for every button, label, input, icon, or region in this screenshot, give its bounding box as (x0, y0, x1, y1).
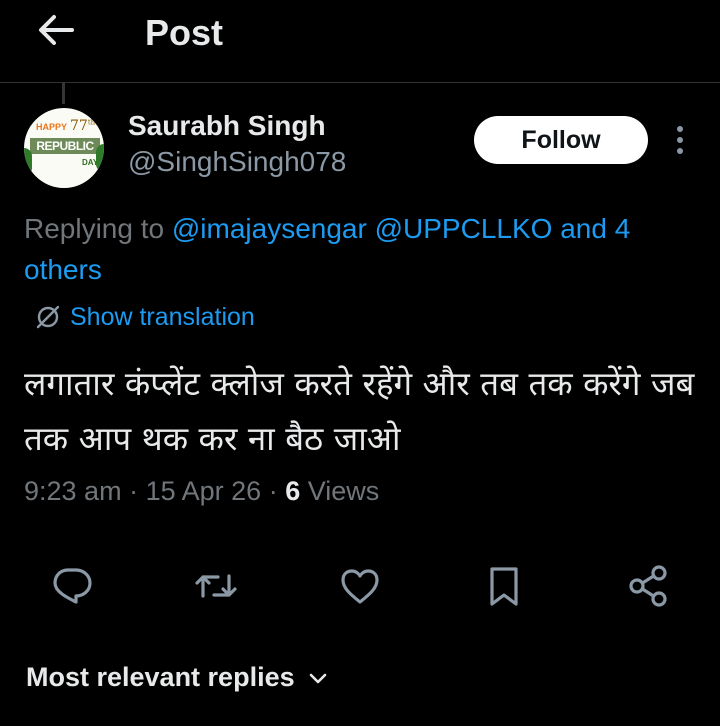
chevron-down-icon (309, 673, 326, 683)
views-count[interactable]: 6 (285, 476, 300, 506)
tweet-time[interactable]: 9:23 am (24, 476, 122, 506)
retweet-icon (195, 574, 237, 598)
more-options-button[interactable] (670, 124, 690, 158)
arrow-left-icon (39, 15, 74, 45)
share-icon (629, 565, 667, 607)
mention-link[interactable]: @imajaysengar (172, 213, 367, 244)
page-title: Post (145, 12, 224, 53)
thread-connector (62, 82, 65, 104)
follow-button[interactable]: Follow (474, 116, 648, 164)
tweet-text: लगातार कंप्लेंट क्लोज करते रहेंगे और तब … (24, 364, 695, 458)
avatar-number-suffix: th (87, 118, 96, 127)
reply-button[interactable] (48, 562, 96, 610)
avatar-number: 77 (70, 118, 88, 134)
translate-icon (36, 305, 60, 329)
tweet-metadata: 9:23 am · 15 Apr 26 · 6 Views (24, 476, 379, 507)
reply-icon (53, 568, 92, 604)
like-button[interactable] (336, 562, 384, 610)
mention-link[interactable]: @UPPCLLKO (375, 213, 553, 244)
replying-to: Replying to @imajaysengar @UPPCLLKO and … (24, 208, 704, 290)
replies-sort-dropdown[interactable]: Most relevant replies (26, 662, 329, 693)
tweet-date[interactable]: 15 Apr 26 (146, 476, 262, 506)
retweet-button[interactable] (192, 562, 240, 610)
top-app-bar: Post (0, 0, 720, 83)
author-handle[interactable]: @SinghSingh078 (128, 146, 346, 178)
like-icon (341, 569, 379, 604)
more-vertical-icon (677, 126, 683, 154)
show-translation-label: Show translation (70, 302, 255, 331)
share-button[interactable] (624, 562, 672, 610)
avatar-text-middle: REPUBLIC (30, 138, 100, 154)
replying-prefix: Replying to (24, 213, 165, 244)
avatar-text-top: HAPPY (36, 122, 68, 132)
author-name[interactable]: Saurabh Singh (128, 110, 326, 142)
meta-separator: · (268, 476, 278, 506)
back-button[interactable] (36, 10, 76, 50)
bookmark-icon (490, 567, 518, 606)
replies-sort-label: Most relevant replies (26, 662, 295, 692)
meta-separator: · (129, 476, 139, 506)
avatar[interactable]: HAPPY 77th REPUBLIC DAY (24, 108, 104, 188)
bookmark-button[interactable] (480, 562, 528, 610)
show-translation-button[interactable]: Show translation (34, 300, 255, 334)
views-label[interactable]: Views (308, 476, 380, 506)
